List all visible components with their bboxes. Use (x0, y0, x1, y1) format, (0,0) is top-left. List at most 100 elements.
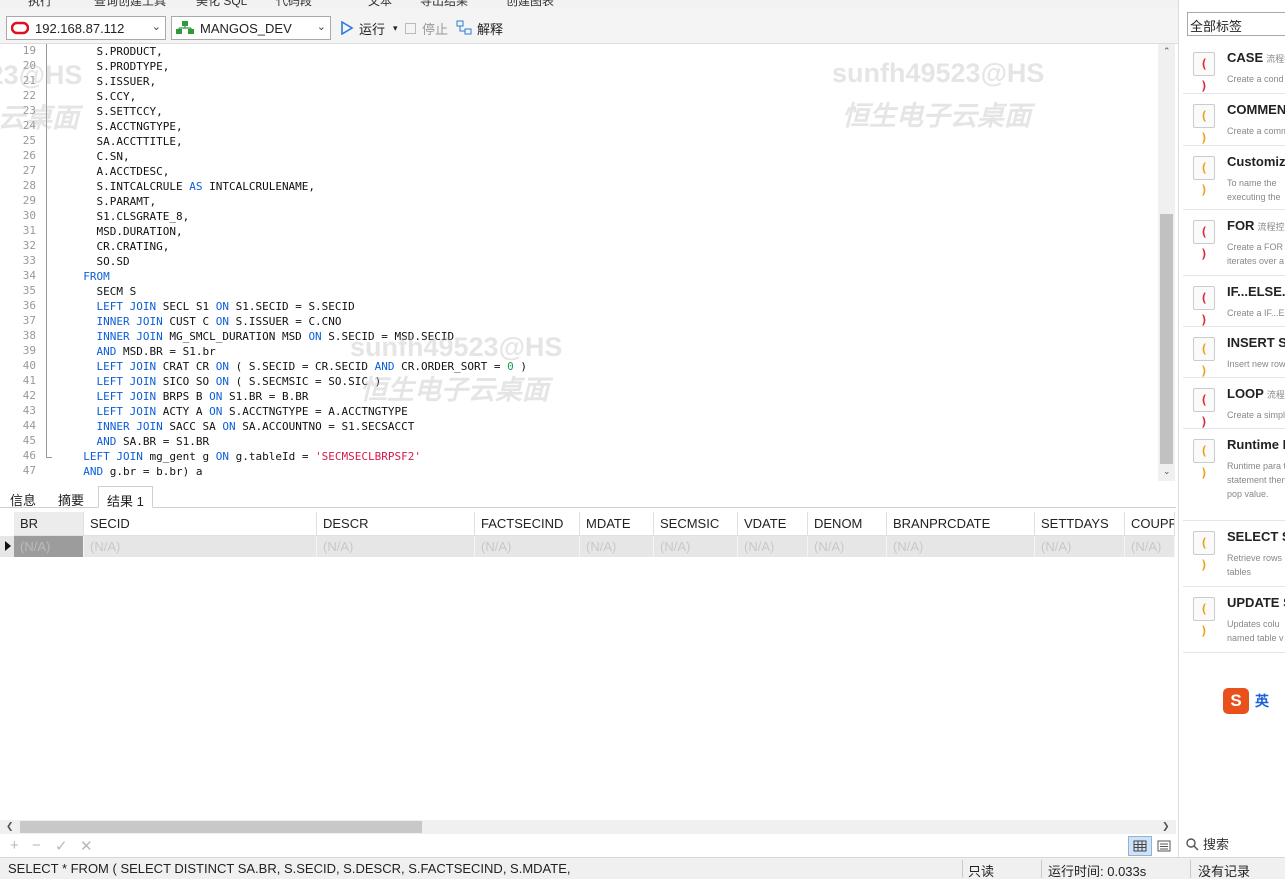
delete-record-icon[interactable]: − (32, 837, 41, 854)
chevron-down-icon[interactable]: ⌄ (152, 20, 161, 33)
top-menu-strip: 执行 查询创建工具 美化 SQL 代码段 文本 导出结果 创建图表 (0, 0, 1178, 8)
database-select[interactable]: MANGOS_DEV ⌄ (171, 16, 331, 40)
column-header[interactable]: VDATE (738, 512, 808, 536)
snippet-search[interactable]: 搜索 (1185, 834, 1229, 853)
add-record-icon[interactable]: + (10, 837, 19, 854)
snippet-item[interactable]: ( ) INSERT Sy Insert new row (1183, 327, 1285, 378)
chevron-down-icon[interactable]: ⌄ (317, 20, 326, 33)
scroll-right-icon[interactable]: ❯ (1162, 821, 1170, 832)
discard-changes-icon[interactable]: ✕ (80, 837, 93, 855)
column-header[interactable]: DESCR (317, 512, 475, 536)
snippet-description: Create a comm (1227, 126, 1285, 136)
scroll-left-icon[interactable]: ❮ (6, 821, 14, 832)
column-header[interactable]: BR (14, 512, 84, 536)
top-menu-item[interactable]: 美化 SQL (196, 0, 247, 8)
snippet-description: Create a simpl (1227, 410, 1285, 420)
sql-text: CR.CRATING, (70, 240, 170, 253)
grid-cell[interactable]: (N/A) (738, 536, 808, 557)
grid-cell[interactable]: (N/A) (654, 536, 738, 557)
top-menu-item[interactable]: 创建图表 (506, 0, 554, 8)
snippet-item[interactable]: ( ) IF...ELSE... Create a IF...EL (1183, 276, 1285, 327)
snippet-icon: ( ) (1193, 439, 1215, 480)
run-button[interactable]: 运行 ▾ (340, 18, 398, 38)
code-line: SA.ACCTTITLE, (70, 134, 182, 149)
sql-keyword: LEFT JOIN (96, 390, 157, 403)
tab-summary[interactable]: 摘要 (50, 486, 92, 508)
code-line: SO.SD (70, 254, 129, 269)
run-label: 运行 (359, 21, 386, 37)
snippet-item[interactable]: ( ) Customiz To name the executing the (1183, 146, 1285, 210)
grid-cell[interactable]: (N/A) (580, 536, 654, 557)
top-menu-item[interactable]: 查询创建工具 (94, 0, 166, 8)
apply-changes-icon[interactable]: ✓ (55, 837, 68, 855)
scroll-thumb[interactable] (20, 821, 422, 833)
sql-text: g.tableId = (228, 450, 316, 463)
sql-text: S.CCY, (70, 90, 137, 103)
grid-cell[interactable]: (N/A) (1035, 536, 1125, 557)
code-line: AND MSD.BR = S1.br (70, 344, 216, 359)
explain-button[interactable]: 解释 (456, 18, 503, 38)
grid-cell[interactable]: (N/A) (317, 536, 475, 557)
snippet-item[interactable]: ( ) CASE流程控 Create a cond (1183, 42, 1285, 94)
code-line: LEFT JOIN SICO SO ON ( S.SECMSIC = SO.SI… (70, 374, 382, 389)
top-menu-item[interactable]: 文本 (368, 0, 392, 8)
scroll-thumb[interactable] (1160, 214, 1173, 464)
sql-keyword: ON (215, 315, 229, 328)
grid-cell[interactable]: (N/A) (808, 536, 887, 557)
snippet-item[interactable]: ( ) Runtime I Runtime para the statement t… (1183, 429, 1285, 521)
line-number: 32 (22, 239, 36, 252)
sql-text: C.SN, (70, 150, 130, 163)
snippet-title: Customiz (1227, 154, 1285, 169)
line-number: 41 (22, 374, 36, 387)
sql-keyword: ON (222, 420, 236, 433)
grid-horizontal-scrollbar[interactable]: ❮ ❯ (0, 820, 1176, 834)
editor-vertical-scrollbar[interactable]: ⌃ ⌄ (1158, 44, 1175, 481)
tab-info[interactable]: 信息 (2, 486, 44, 508)
grid-cell[interactable]: (N/A) (1125, 536, 1175, 557)
snippet-description: Retrieve rows tables (1227, 553, 1283, 577)
result-grid[interactable]: BR (N/A) SECID (N/A) DESCR (N/A) FACTSECIND (N/… (0, 512, 1176, 820)
status-records: 没有记录 (1198, 864, 1251, 879)
column-header[interactable]: SETTDAYS (1035, 512, 1125, 536)
top-menu-item[interactable]: 导出结果 (420, 0, 468, 8)
result-tabs: 信息 摘要 结果 1 (0, 484, 1176, 509)
stop-button[interactable]: 停止 (405, 18, 448, 38)
column-header[interactable]: COUPR (1125, 512, 1175, 536)
snippet-item[interactable]: ( ) UPDATE S Updates colu named table v (1183, 587, 1285, 653)
line-number: 25 (22, 134, 36, 147)
scroll-down-icon[interactable]: ⌄ (1163, 466, 1171, 477)
top-menu-item[interactable]: 代码段 (276, 0, 312, 8)
ime-status[interactable]: S 英 (1223, 688, 1269, 714)
tab-result-1[interactable]: 结果 1 (98, 486, 153, 509)
scroll-up-icon[interactable]: ⌃ (1163, 46, 1171, 57)
column-header[interactable]: DENOM (808, 512, 887, 536)
form-view-button[interactable] (1155, 837, 1173, 858)
grid-cell[interactable]: (N/A) (475, 536, 580, 557)
sql-text: S1.SECID = S.SECID (228, 300, 355, 313)
tag-filter-select[interactable]: 全部标签 (1187, 12, 1285, 36)
top-menu-item[interactable]: 执行 (28, 0, 52, 8)
status-sql-text: SELECT * FROM ( SELECT DISTINCT SA.BR, S… (8, 861, 571, 876)
sql-text: ACTY A (156, 405, 210, 418)
run-dropdown-icon[interactable]: ▾ (393, 23, 398, 34)
column-header[interactable]: MDATE (580, 512, 654, 536)
snippet-item[interactable]: ( ) LOOP流程控 Create a simpl (1183, 378, 1285, 429)
snippet-item[interactable]: ( ) SELECT Sy Retrieve rows tables (1183, 521, 1285, 587)
column-header[interactable]: FACTSECIND (475, 512, 580, 536)
grid-cell[interactable]: (N/A) (887, 536, 1035, 557)
snippet-item[interactable]: ( ) COMMEN Create a comm (1183, 94, 1285, 146)
grid-cell[interactable]: (N/A) (14, 536, 84, 557)
snippet-item[interactable]: ( ) FOR 流程控 Create a FOR iterates over a (1183, 210, 1285, 276)
grid-view-button[interactable] (1128, 836, 1152, 856)
column-header[interactable]: SECID (84, 512, 317, 536)
sql-editor[interactable]: 19 20 21 22 23 24 25 26 27 28 29 30 31 32 33 34 35 36 37 38… (0, 44, 1176, 481)
column-header[interactable]: SECMSIC (654, 512, 738, 536)
line-number: 35 (22, 284, 36, 297)
row-marker[interactable] (0, 536, 14, 557)
connection-select[interactable]: 192.168.87.112 ⌄ (6, 16, 166, 40)
snippet-title-text: FOR (1227, 218, 1255, 233)
column-header[interactable]: BRANPRCDATE (887, 512, 1035, 536)
grid-cell[interactable]: (N/A) (84, 536, 317, 557)
